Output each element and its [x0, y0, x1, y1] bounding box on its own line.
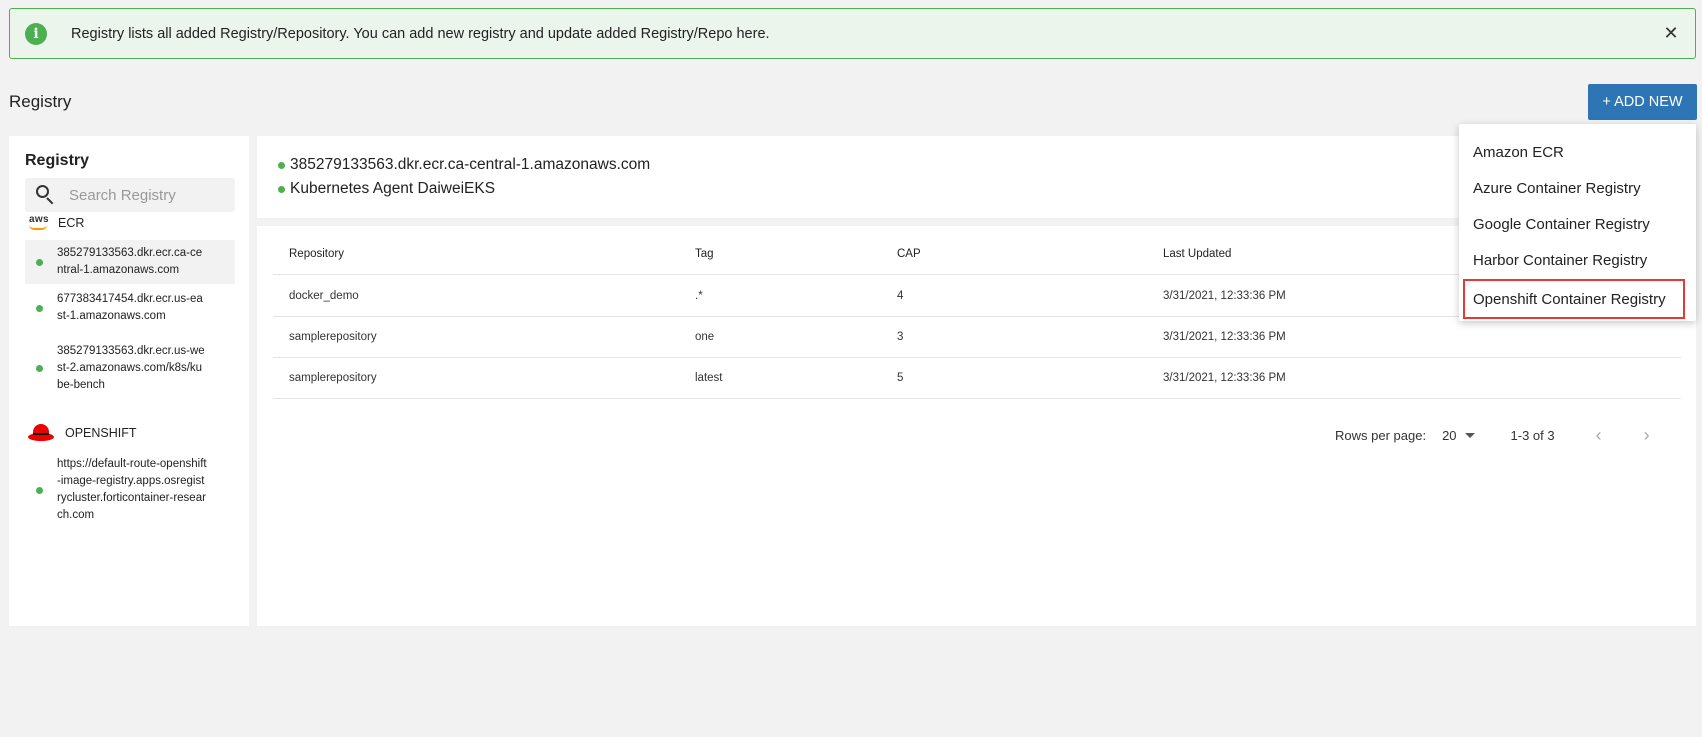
status-dot: [36, 364, 43, 372]
registry-sidebar: Registry aws ECR 385279133563.dkr.ecr.ca…: [9, 136, 249, 626]
status-dot: [278, 161, 285, 169]
agent-line: Kubernetes Agent DaiweiEKS: [278, 180, 495, 198]
aws-logo-icon: aws: [27, 214, 51, 232]
menu-item-amazon-ecr[interactable]: Amazon ECR: [1459, 134, 1696, 170]
table-row[interactable]: samplerepository one 3 3/31/2021, 12:33:…: [273, 317, 1681, 358]
cell-cap: 5: [897, 372, 904, 384]
cell-tag: one: [695, 331, 715, 343]
redhat-logo-icon: [27, 422, 55, 444]
rows-per-page-value: 20: [1442, 427, 1457, 443]
banner-text: Registry lists all added Registry/Reposi…: [71, 25, 770, 42]
info-banner: i Registry lists all added Registry/Repo…: [9, 8, 1696, 59]
chevron-left-icon[interactable]: ‹: [1589, 425, 1609, 445]
column-header-last-updated[interactable]: Last Updated: [1163, 234, 1231, 274]
cell-repository: samplerepository: [289, 372, 377, 384]
group-label: OPENSHIFT: [65, 426, 137, 440]
sidebar-title: Registry: [25, 152, 90, 169]
close-icon[interactable]: ✕: [1661, 23, 1681, 43]
sidebar-item-label: 385279133563.dkr.ecr.us-west-2.amazonaws…: [57, 344, 205, 391]
search-box: [25, 178, 235, 212]
status-dot: [36, 486, 43, 494]
status-dot: [36, 304, 43, 312]
caret-down-icon: [1464, 432, 1475, 438]
cell-repository: samplerepository: [289, 331, 377, 343]
chevron-right-icon[interactable]: ›: [1637, 425, 1657, 445]
cell-last-updated: 3/31/2021, 12:33:36 PM: [1163, 290, 1286, 302]
cell-repository: docker_demo: [289, 290, 359, 302]
group-header-openshift: OPENSHIFT: [27, 422, 137, 444]
registry-url: 385279133563.dkr.ecr.ca-central-1.amazon…: [290, 156, 651, 173]
search-icon: [33, 182, 59, 208]
sidebar-item-label: https://default-route-openshift-image-re…: [57, 458, 207, 521]
menu-item-google-container-registry[interactable]: Google Container Registry: [1459, 206, 1696, 242]
table-row[interactable]: samplerepository latest 5 3/31/2021, 12:…: [273, 358, 1681, 399]
page-range: 1-3 of 3: [1510, 427, 1555, 443]
add-registry-menu: Amazon ECR Azure Container Registry Goog…: [1459, 124, 1696, 321]
sidebar-item-registry[interactable]: https://default-route-openshift-image-re…: [25, 454, 235, 526]
column-header-tag[interactable]: Tag: [695, 234, 714, 274]
column-header-repository[interactable]: Repository: [289, 234, 344, 274]
registry-url-line: 385279133563.dkr.ecr.ca-central-1.amazon…: [278, 156, 650, 174]
rows-per-page-label: Rows per page:: [1335, 427, 1427, 443]
menu-item-azure-container-registry[interactable]: Azure Container Registry: [1459, 170, 1696, 206]
group-label: ECR: [58, 216, 85, 230]
cell-tag: .*: [695, 290, 703, 302]
cell-cap: 3: [897, 331, 904, 343]
sidebar-item-registry[interactable]: 677383417454.dkr.ecr.us-east-1.amazonaws…: [25, 286, 235, 330]
sidebar-item-label: 677383417454.dkr.ecr.us-east-1.amazonaws…: [57, 293, 203, 322]
sidebar-item-registry[interactable]: 385279133563.dkr.ecr.ca-central-1.amazon…: [25, 240, 235, 284]
sidebar-item-registry[interactable]: 385279133563.dkr.ecr.us-west-2.amazonaws…: [25, 332, 235, 404]
status-dot: [36, 258, 43, 266]
page-title: Registry: [9, 92, 72, 111]
search-input[interactable]: [69, 186, 229, 204]
cell-tag: latest: [695, 372, 723, 384]
column-header-cap[interactable]: CAP: [897, 234, 921, 274]
rows-per-page-select[interactable]: 20: [1442, 427, 1475, 443]
pagination: Rows per page: 20 1-3 of 3 ‹ ›: [1335, 422, 1657, 448]
add-new-button[interactable]: + ADD NEW: [1588, 84, 1697, 120]
group-header-ecr: aws ECR: [27, 214, 84, 232]
info-icon: i: [25, 22, 47, 45]
status-dot: [278, 185, 285, 193]
agent-name: Kubernetes Agent DaiweiEKS: [290, 180, 496, 197]
sidebar-item-label: 385279133563.dkr.ecr.ca-central-1.amazon…: [57, 247, 203, 276]
menu-item-harbor-container-registry[interactable]: Harbor Container Registry: [1459, 242, 1696, 278]
menu-item-openshift-container-registry[interactable]: Openshift Container Registry: [1463, 279, 1685, 319]
cell-last-updated: 3/31/2021, 12:33:36 PM: [1163, 331, 1286, 343]
cell-last-updated: 3/31/2021, 12:33:36 PM: [1163, 372, 1286, 384]
cell-cap: 4: [897, 290, 904, 302]
